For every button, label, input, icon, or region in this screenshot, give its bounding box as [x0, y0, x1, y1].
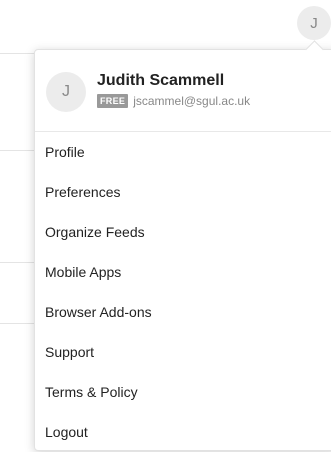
- profile-header: J Judith Scammell FREE jscammel@sgul.ac.…: [35, 50, 331, 132]
- background-divider: [0, 53, 34, 54]
- background-divider: [0, 323, 34, 324]
- menu-item-organize-feeds[interactable]: Organize Feeds: [35, 212, 331, 252]
- profile-subline: FREE jscammel@sgul.ac.uk: [97, 94, 250, 108]
- background-divider: [0, 262, 34, 263]
- menu-item-browser-add-ons[interactable]: Browser Add-ons: [35, 292, 331, 332]
- plan-badge: FREE: [97, 94, 129, 108]
- menu-item-profile[interactable]: Profile: [35, 132, 331, 172]
- profile-avatar: J: [46, 72, 86, 112]
- account-dropdown-menu: J Judith Scammell FREE jscammel@sgul.ac.…: [34, 40, 331, 452]
- menu-items: Profile Preferences Organize Feeds Mobil…: [35, 132, 331, 452]
- menu-item-mobile-apps[interactable]: Mobile Apps: [35, 252, 331, 292]
- profile-name: Judith Scammell: [97, 72, 225, 89]
- menu-item-preferences[interactable]: Preferences: [35, 172, 331, 212]
- background-divider: [0, 150, 34, 151]
- menu-item-support[interactable]: Support: [35, 332, 331, 372]
- profile-email: jscammel@sgul.ac.uk: [133, 94, 251, 108]
- menu-item-terms-policy[interactable]: Terms & Policy: [35, 372, 331, 412]
- account-avatar-button[interactable]: J: [297, 6, 331, 40]
- menu-item-logout[interactable]: Logout: [35, 412, 331, 452]
